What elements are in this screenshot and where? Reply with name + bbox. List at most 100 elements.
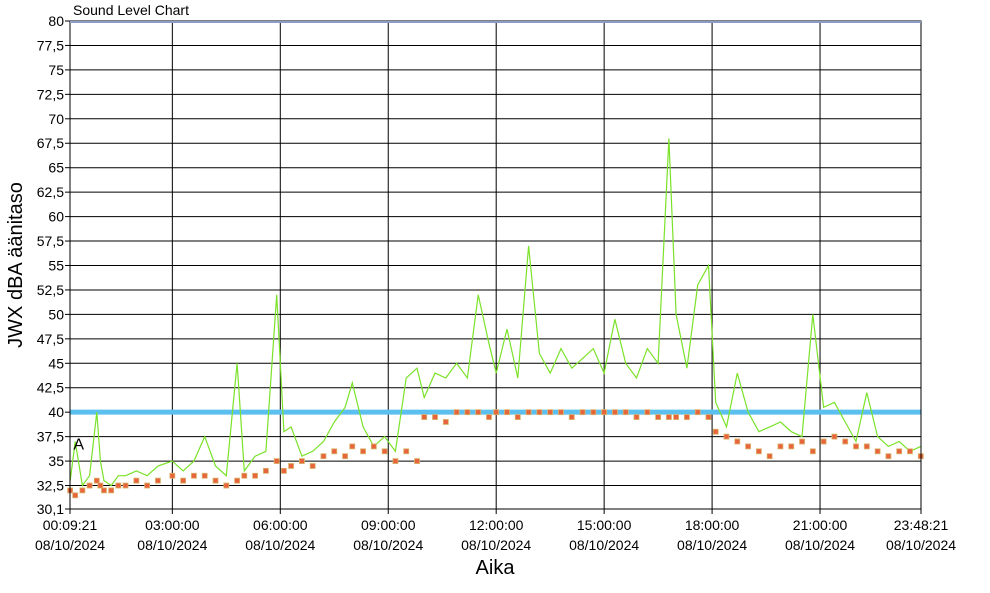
data-marker — [896, 448, 903, 455]
y-tick-label: 57,5 — [37, 233, 64, 249]
data-marker — [712, 428, 719, 435]
data-marker — [349, 443, 356, 450]
x-tick-date: 08/10/2024 — [137, 537, 207, 553]
data-marker — [101, 487, 107, 494]
data-marker — [694, 409, 701, 416]
data-marker — [673, 414, 680, 420]
data-marker — [381, 448, 388, 455]
data-marker — [72, 492, 79, 499]
data-marker — [191, 472, 197, 479]
chart-title: Sound Level Chart — [73, 2, 189, 18]
data-marker — [874, 448, 881, 455]
x-axis-ticks: 00:09:21 08/10/2024 03:00:00 08/10/2024 06:0… — [35, 509, 956, 553]
data-marker — [97, 482, 104, 489]
x-tick-time: 03:00:00 — [145, 517, 200, 533]
data-marker — [331, 448, 338, 455]
y-tick-label: 75 — [48, 62, 64, 78]
data-marker — [288, 463, 294, 469]
y-tick-label: 32,5 — [37, 478, 64, 494]
data-marker — [180, 477, 187, 484]
data-marker — [655, 414, 662, 420]
data-marker — [504, 409, 510, 416]
x-tick-time: 06:00:00 — [253, 517, 308, 533]
x-tick-time: 21:00:00 — [793, 517, 848, 533]
data-marker — [169, 472, 176, 479]
data-marker — [86, 482, 93, 489]
y-tick-label: 45 — [48, 355, 64, 371]
data-marker — [201, 472, 208, 479]
y-tick-label: 47,5 — [37, 331, 64, 347]
data-marker — [684, 414, 690, 420]
y-tick-label: 37,5 — [37, 429, 64, 445]
y-tick-label: 60 — [48, 209, 64, 225]
x-tick-time: 12:00:00 — [469, 517, 524, 533]
x-tick-time: 00:09:21 — [43, 517, 98, 533]
data-marker — [280, 467, 287, 474]
y-tick-label: 77,5 — [37, 37, 64, 53]
data-marker — [809, 448, 816, 455]
data-marker — [493, 409, 500, 416]
x-tick-date: 08/10/2024 — [677, 537, 747, 553]
data-marker — [115, 482, 122, 489]
data-marker — [223, 482, 230, 489]
data-marker — [486, 414, 492, 420]
y-tick-label: 50 — [48, 306, 64, 322]
data-marker — [442, 419, 449, 425]
x-tick-time: 09:00:00 — [361, 517, 416, 533]
data-marker — [777, 443, 784, 450]
data-marker — [122, 482, 129, 489]
y-tick-label: 62,5 — [37, 184, 64, 200]
data-marker — [612, 409, 618, 416]
data-marker — [734, 438, 741, 445]
data-marker — [320, 453, 327, 460]
data-marker — [525, 409, 532, 416]
x-tick-date: 08/10/2024 — [245, 537, 315, 553]
data-marker — [155, 477, 161, 484]
data-marker — [252, 472, 259, 479]
data-marker — [93, 477, 100, 484]
data-marker — [262, 467, 269, 474]
y-tick-label: 30,1 — [37, 501, 64, 517]
y-tick-label: 55 — [48, 257, 64, 273]
data-marker — [79, 487, 86, 494]
data-marker — [558, 409, 564, 416]
data-marker — [590, 409, 597, 416]
y-tick-label: 80 — [48, 13, 64, 29]
data-marker — [633, 414, 640, 420]
data-marker — [514, 414, 521, 420]
data-marker — [453, 409, 460, 416]
annotation-a: A — [73, 436, 84, 453]
sound-level-chart: 80 77,5 75 72,5 70 67,5 65 62,5 60 57,5 55 52,5 50 47… — [0, 0, 990, 588]
y-axis-ticks: 80 77,5 75 72,5 70 67,5 65 62,5 60 57,5 55 52,5 50 47… — [37, 13, 70, 517]
data-marker — [108, 487, 115, 494]
y-tick-label: 67,5 — [37, 135, 64, 151]
data-marker — [536, 409, 543, 416]
y-tick-label: 72,5 — [37, 86, 64, 102]
x-tick-date: 08/10/2024 — [461, 537, 531, 553]
chart-svg: 80 77,5 75 72,5 70 67,5 65 62,5 60 57,5 55 52,5 50 47… — [5, 2, 956, 579]
data-marker — [273, 458, 280, 464]
data-marker — [432, 414, 438, 420]
data-marker — [831, 433, 838, 440]
x-tick-date: 08/10/2024 — [353, 537, 423, 553]
x-tick-date: 08/10/2024 — [35, 537, 105, 553]
x-tick-time: 18:00:00 — [685, 517, 740, 533]
data-marker — [298, 458, 305, 464]
data-marker — [144, 482, 151, 489]
data-marker — [475, 409, 482, 416]
data-marker — [579, 409, 586, 416]
y-axis-label: JWX dBA äänitaso — [5, 182, 27, 348]
data-marker — [907, 448, 913, 455]
data-marker — [766, 453, 773, 460]
y-tick-label: 42,5 — [37, 380, 64, 396]
y-tick-label: 70 — [48, 111, 64, 127]
data-marker — [666, 414, 672, 420]
data-marker — [799, 438, 805, 445]
data-marker — [745, 443, 751, 450]
data-marker — [568, 414, 575, 420]
data-marker — [342, 453, 348, 460]
x-tick-date: 08/10/2024 — [785, 537, 855, 553]
x-axis-label: Aika — [476, 557, 516, 579]
x-tick-time: 23:48:21 — [894, 517, 949, 533]
data-marker — [403, 448, 410, 455]
